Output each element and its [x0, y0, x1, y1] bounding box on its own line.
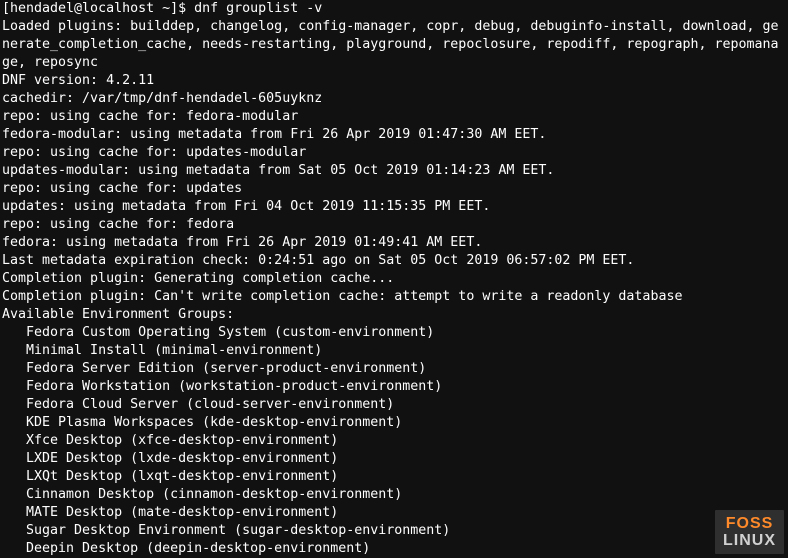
output-line: cachedir: /var/tmp/dnf-hendadel-605uyknz: [2, 90, 786, 108]
output-line: repo: using cache for: fedora-modular: [2, 108, 786, 126]
output-line: fedora: using metadata from Fri 26 Apr 2…: [2, 234, 786, 252]
list-item: Fedora Custom Operating System (custom-e…: [2, 324, 786, 342]
list-item: MATE Desktop (mate-desktop-environment): [2, 504, 786, 522]
output-line: repo: using cache for: updates: [2, 180, 786, 198]
output-line: fedora-modular: using metadata from Fri …: [2, 126, 786, 144]
list-item: Fedora Server Edition (server-product-en…: [2, 360, 786, 378]
prompt-line: [hendadel@localhost ~]$ dnf grouplist -v: [2, 0, 786, 18]
shell-prompt: [hendadel@localhost ~]$: [2, 1, 194, 16]
output-line: Last metadata expiration check: 0:24:51 …: [2, 252, 786, 270]
output-line: Completion plugin: Can't write completio…: [2, 288, 786, 306]
fosslinux-watermark: FOSS LINUX: [715, 510, 784, 554]
output-line: DNF version: 4.2.11: [2, 72, 786, 90]
watermark-line1: FOSS: [723, 516, 776, 533]
output-line: repo: using cache for: updates-modular: [2, 144, 786, 162]
output-line: updates: using metadata from Fri 04 Oct …: [2, 198, 786, 216]
list-item: LXDE Desktop (lxde-desktop-environment): [2, 450, 786, 468]
list-item: Fedora Cloud Server (cloud-server-enviro…: [2, 396, 786, 414]
output-line: updates-modular: using metadata from Sat…: [2, 162, 786, 180]
output-line: Completion plugin: Generating completion…: [2, 270, 786, 288]
output-line: repo: using cache for: fedora: [2, 216, 786, 234]
list-item: Cinnamon Desktop (cinnamon-desktop-envir…: [2, 486, 786, 504]
list-item: Deepin Desktop (deepin-desktop-environme…: [2, 540, 786, 558]
list-item: Fedora Workstation (workstation-product-…: [2, 378, 786, 396]
output-line: Available Environment Groups:: [2, 306, 786, 324]
output-line: Loaded plugins: builddep, changelog, con…: [2, 18, 786, 72]
list-item: Minimal Install (minimal-environment): [2, 342, 786, 360]
environment-groups-list: Fedora Custom Operating System (custom-e…: [2, 324, 786, 558]
list-item: Sugar Desktop Environment (sugar-desktop…: [2, 522, 786, 540]
list-item: KDE Plasma Workspaces (kde-desktop-envir…: [2, 414, 786, 432]
list-item: LXQt Desktop (lxqt-desktop-environment): [2, 468, 786, 486]
watermark-line2: LINUX: [723, 533, 776, 550]
command-output: Loaded plugins: builddep, changelog, con…: [2, 18, 786, 324]
terminal-window[interactable]: [hendadel@localhost ~]$ dnf grouplist -v…: [0, 0, 788, 558]
shell-command: dnf grouplist -v: [194, 1, 322, 16]
list-item: Xfce Desktop (xfce-desktop-environment): [2, 432, 786, 450]
